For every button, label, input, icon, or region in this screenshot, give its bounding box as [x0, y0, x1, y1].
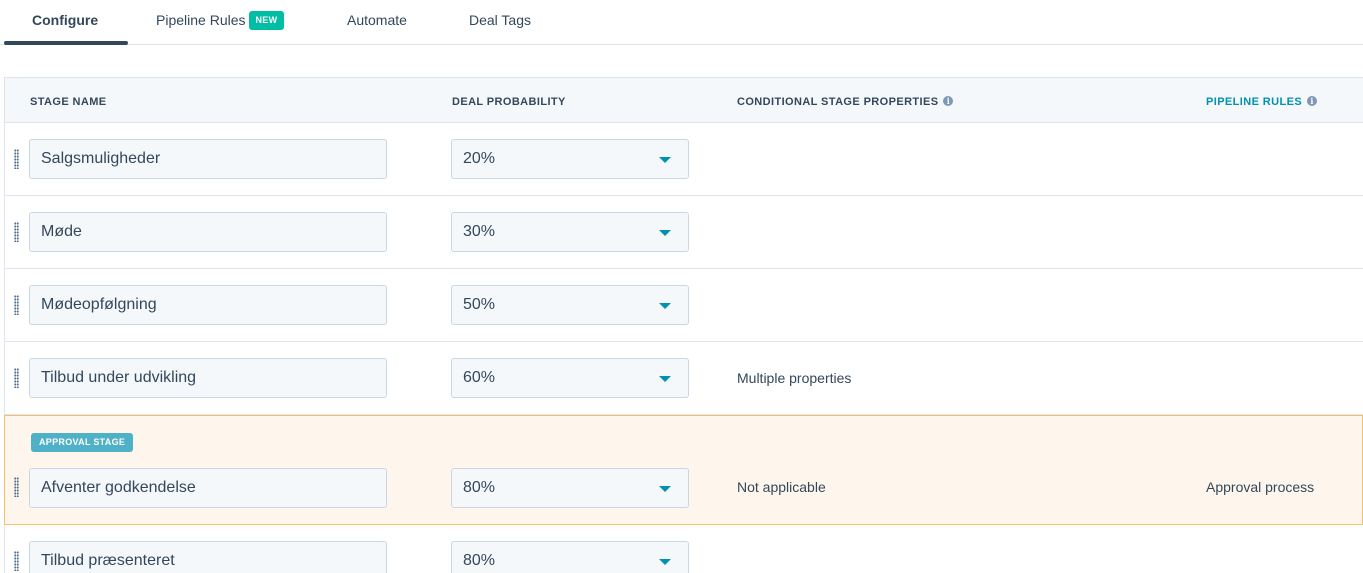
- table-row: 20%: [5, 123, 1363, 196]
- chevron-down-icon: [659, 376, 671, 382]
- stage-name-input[interactable]: [29, 358, 387, 398]
- table-header: STAGE NAME DEAL PROBABILITY CONDITIONAL …: [5, 78, 1363, 123]
- deal-probability-select[interactable]: 30%: [451, 212, 689, 252]
- deal-probability-value: 80%: [463, 552, 496, 569]
- deal-probability-value: 80%: [463, 479, 496, 496]
- tab-automate[interactable]: Automate: [347, 0, 407, 45]
- stage-name-input[interactable]: [29, 212, 387, 252]
- stage-name-input[interactable]: [29, 139, 387, 179]
- drag-handle-icon[interactable]: [14, 222, 19, 242]
- tab-configure-label: Configure: [32, 12, 99, 28]
- deal-probability-value: 60%: [463, 369, 496, 386]
- header-conditional-label: CONDITIONAL STAGE PROPERTIES: [737, 96, 939, 108]
- deal-probability-value: 50%: [463, 296, 496, 313]
- header-conditional-stage-properties: CONDITIONAL STAGE PROPERTIES i: [737, 96, 954, 108]
- drag-handle-icon[interactable]: [14, 551, 19, 571]
- table-row-approval: APPROVAL STAGE 80% Not applicable Approv…: [4, 415, 1363, 525]
- tab-deal-tags-label: Deal Tags: [469, 12, 532, 28]
- chevron-down-icon: [659, 303, 671, 309]
- table-row: 50%: [5, 269, 1363, 342]
- table-row: 60% Multiple properties: [5, 342, 1363, 415]
- chevron-down-icon: [659, 230, 671, 236]
- table-row: 30%: [5, 196, 1363, 269]
- new-badge: NEW: [248, 10, 285, 30]
- chevron-down-icon: [659, 559, 671, 565]
- drag-handle-icon[interactable]: [14, 368, 19, 388]
- active-tab-indicator: [4, 41, 128, 45]
- deal-probability-value: 30%: [463, 223, 496, 240]
- header-stage-name: STAGE NAME: [30, 96, 107, 108]
- drag-handle-icon[interactable]: [14, 477, 19, 497]
- header-pipeline-rules-label[interactable]: PIPELINE RULES: [1206, 96, 1302, 108]
- drag-handle-icon[interactable]: [14, 149, 19, 169]
- stage-name-input[interactable]: [29, 541, 387, 573]
- stage-name-input[interactable]: [29, 468, 387, 508]
- header-deal-probability: DEAL PROBABILITY: [452, 96, 566, 108]
- deal-probability-select[interactable]: 20%: [451, 139, 689, 179]
- stages-table: STAGE NAME DEAL PROBABILITY CONDITIONAL …: [4, 77, 1363, 573]
- header-pipeline-rules[interactable]: PIPELINE RULES i: [1206, 96, 1318, 108]
- pipeline-rule-link[interactable]: Approval process: [1206, 479, 1314, 495]
- chevron-down-icon: [659, 157, 671, 163]
- info-icon[interactable]: i: [1307, 96, 1318, 107]
- deal-probability-select[interactable]: 50%: [451, 285, 689, 325]
- tab-automate-label: Automate: [347, 12, 407, 28]
- deal-probability-select[interactable]: 80%: [451, 541, 689, 573]
- tab-deal-tags[interactable]: Deal Tags: [469, 0, 531, 45]
- conditional-properties-text: Not applicable: [737, 479, 826, 495]
- tab-bar: Configure Pipeline Rules NEW Automate Dea…: [0, 0, 1363, 45]
- tab-pipeline-rules-label: Pipeline Rules: [156, 12, 246, 28]
- approval-stage-badge: APPROVAL STAGE: [31, 433, 134, 452]
- conditional-properties-link[interactable]: Multiple properties: [737, 370, 851, 386]
- tab-pipeline-rules[interactable]: Pipeline Rules NEW: [156, 0, 285, 45]
- info-icon[interactable]: i: [943, 96, 954, 107]
- drag-handle-icon[interactable]: [14, 295, 19, 315]
- deal-probability-value: 20%: [463, 150, 496, 167]
- deal-probability-select[interactable]: 60%: [451, 358, 689, 398]
- stage-name-input[interactable]: [29, 285, 387, 325]
- table-row: 80%: [5, 525, 1363, 573]
- tab-configure[interactable]: Configure: [32, 0, 98, 45]
- deal-probability-select[interactable]: 80%: [451, 468, 689, 508]
- chevron-down-icon: [659, 486, 671, 492]
